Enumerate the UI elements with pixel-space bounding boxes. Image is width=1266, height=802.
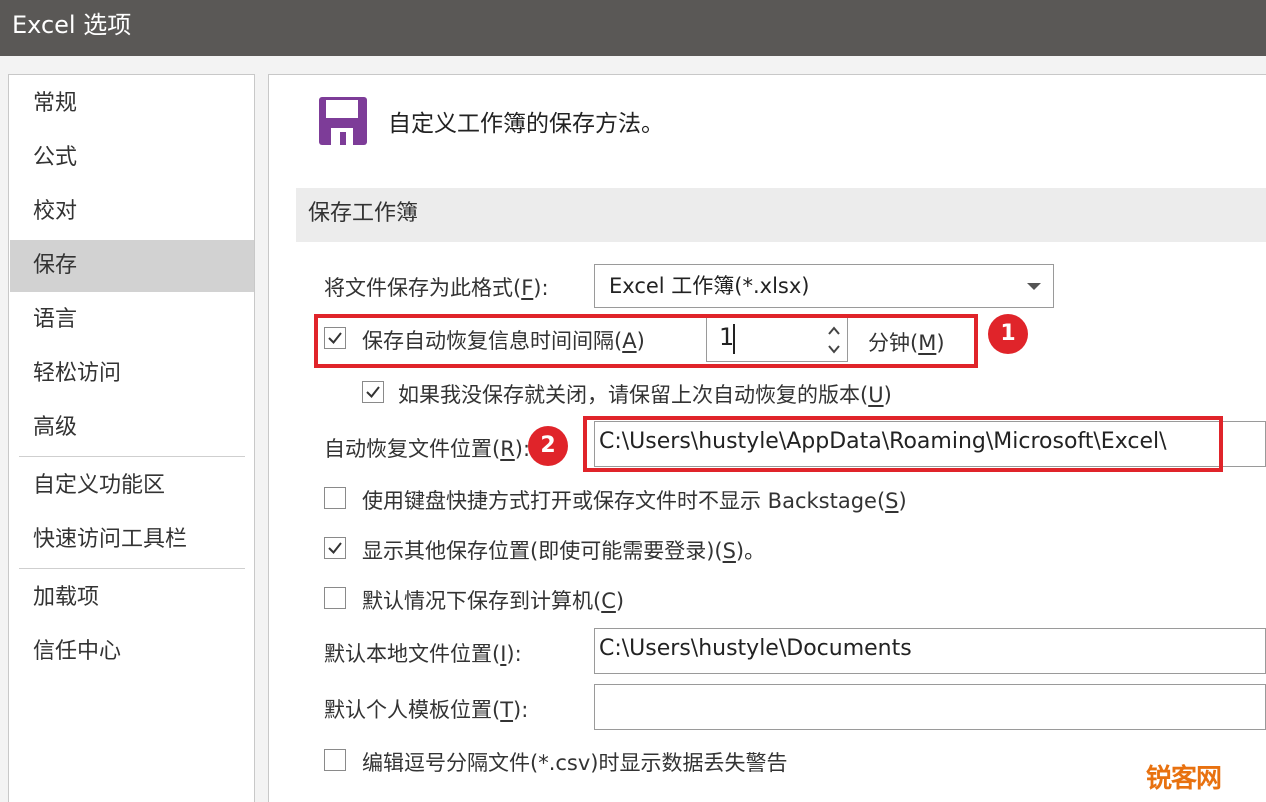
annotation-badge-2: 2 <box>528 426 568 466</box>
sidebar-item-language[interactable]: 语言 <box>10 294 254 346</box>
sidebar-item-proofing[interactable]: 校对 <box>10 186 254 238</box>
chevron-down-icon <box>1027 283 1041 290</box>
no-backstage-label: 使用键盘快捷方式打开或保存文件时不显示 Backstage(S) <box>362 489 907 513</box>
save-format-dropdown[interactable]: Excel 工作簿(*.xlsx) <box>594 264 1054 308</box>
sidebar-item-label: 语言 <box>33 307 78 332</box>
save-format-value: Excel 工作簿(*.xlsx) <box>609 274 810 298</box>
keep-last-version-label: 如果我没保存就关闭，请保留上次自动恢复的版本(U) <box>398 383 892 407</box>
sidebar-item-save[interactable]: 保存 <box>10 240 254 292</box>
sidebar-item-trust-center[interactable]: 信任中心 <box>10 626 254 678</box>
default-local-location-input[interactable]: C:\Users\hustyle\Documents <box>594 628 1266 674</box>
csv-warning-label: 编辑逗号分隔文件(*.csv)时显示数据丢失警告 <box>362 751 788 775</box>
no-backstage-checkbox[interactable] <box>324 487 346 509</box>
personal-template-location-label: 默认个人模板位置(T): <box>324 698 529 722</box>
sidebar-item-accessibility[interactable]: 轻松访问 <box>10 348 254 400</box>
show-other-locations-checkbox[interactable] <box>324 537 346 559</box>
csv-warning-checkbox[interactable] <box>324 749 346 771</box>
section-title: 保存工作簿 <box>296 188 1266 242</box>
sidebar-item-label: 校对 <box>33 199 78 224</box>
sidebar-item-label: 加载项 <box>33 585 100 610</box>
sidebar-divider <box>19 568 245 569</box>
sidebar-item-customize-ribbon[interactable]: 自定义功能区 <box>10 460 254 512</box>
sidebar-item-label: 信任中心 <box>33 639 122 664</box>
sidebar-item-formulas[interactable]: 公式 <box>10 132 254 184</box>
sidebar-item-label: 公式 <box>33 145 78 170</box>
sidebar-divider <box>19 456 245 457</box>
sidebar-item-label: 保存 <box>33 253 78 278</box>
save-to-computer-label: 默认情况下保存到计算机(C) <box>362 589 625 613</box>
sidebar-item-advanced[interactable]: 高级 <box>10 402 254 454</box>
checkmark-icon <box>366 386 380 399</box>
sidebar-item-label: 轻松访问 <box>33 361 122 386</box>
checkmark-icon <box>328 542 342 555</box>
annotation-badge-1: 1 <box>988 314 1028 354</box>
save-to-computer-checkbox[interactable] <box>324 587 346 609</box>
sidebar-item-general[interactable]: 常规 <box>10 78 254 130</box>
default-local-location-label: 默认本地文件位置(I): <box>324 642 522 666</box>
site-watermark: 锐客网 <box>1146 764 1222 794</box>
section-title-text: 保存工作簿 <box>308 201 419 226</box>
highlight-box-autorecover <box>314 314 978 368</box>
highlight-box-location <box>583 416 1223 472</box>
sidebar-item-quick-access-toolbar[interactable]: 快速访问工具栏 <box>10 514 254 566</box>
personal-template-location-input[interactable] <box>594 684 1266 730</box>
keep-last-version-checkbox[interactable] <box>362 381 384 403</box>
sidebar-item-add-ins[interactable]: 加载项 <box>10 572 254 624</box>
sidebar-item-label: 快速访问工具栏 <box>33 527 188 552</box>
title-bar: Excel 选项 <box>0 0 1266 56</box>
page-description: 自定义工作簿的保存方法。 <box>388 111 664 137</box>
sidebar-item-label: 自定义功能区 <box>33 473 166 498</box>
floppy-disk-icon <box>319 97 367 145</box>
options-sidebar: 常规 公式 校对 保存 语言 轻松访问 高级 自定义功能区 快速访问工具栏 加载… <box>8 74 255 802</box>
save-format-label: 将文件保存为此格式(F): <box>324 276 549 300</box>
sidebar-item-label: 高级 <box>33 415 78 440</box>
window-title: Excel 选项 <box>12 11 132 39</box>
autorecover-location-label: 自动恢复文件位置(R): <box>324 437 531 461</box>
sidebar-item-label: 常规 <box>33 91 78 116</box>
show-other-locations-label: 显示其他保存位置(即使可能需要登录)(S)。 <box>362 539 766 563</box>
